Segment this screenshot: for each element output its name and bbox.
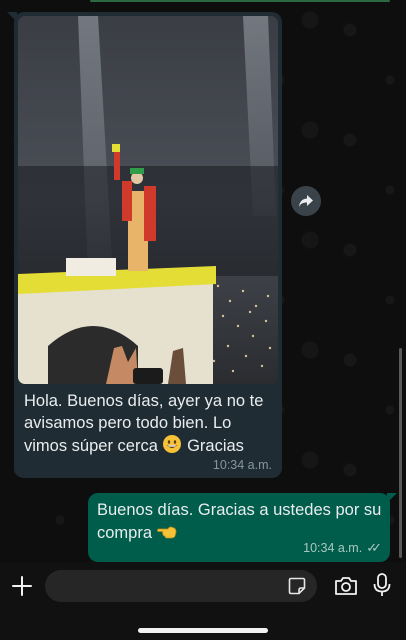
plus-icon xyxy=(12,576,32,596)
outgoing-timestamp: 10:34 a.m. xyxy=(303,541,363,555)
incoming-message[interactable]: Hola. Buenos días, ayer ya no te avisamo… xyxy=(7,12,282,478)
camera-icon xyxy=(335,577,357,595)
forward-button[interactable] xyxy=(291,186,321,216)
incoming-meta: 10:34 a.m. xyxy=(18,457,278,472)
home-indicator[interactable] xyxy=(138,628,268,633)
share-arrow-icon xyxy=(299,195,313,207)
outgoing-message[interactable]: Buenos días. Gracias a ustedes por su co… xyxy=(88,493,397,562)
incoming-message-text: Hola. Buenos días, ayer ya no te avisamo… xyxy=(18,384,278,457)
outgoing-bubble-tail xyxy=(387,493,397,503)
sticker-icon xyxy=(288,577,306,595)
read-receipt-icon: ✓✓ xyxy=(366,540,382,555)
microphone-icon xyxy=(373,573,391,596)
camera-button[interactable] xyxy=(333,574,359,598)
incoming-text-tail: Gracias xyxy=(187,437,244,455)
concert-photo-image xyxy=(18,16,278,384)
voice-message-button[interactable] xyxy=(371,572,393,598)
incoming-timestamp: 10:34 a.m. xyxy=(212,458,272,472)
scrollbar[interactable] xyxy=(399,348,402,558)
outgoing-message-text: Buenos días. Gracias a ustedes por su co… xyxy=(97,499,382,544)
sticker-button[interactable] xyxy=(287,576,307,596)
message-photo[interactable] xyxy=(18,16,278,384)
outgoing-text: Buenos días. Gracias a ustedes por su co… xyxy=(97,501,382,542)
grinning-face-emoji xyxy=(163,435,182,453)
message-input[interactable] xyxy=(45,570,317,602)
backhand-index-pointing-left-emoji xyxy=(156,526,177,539)
previous-message-edge xyxy=(90,0,390,2)
chat-area[interactable]: Hola. Buenos días, ayer ya no te avisamo… xyxy=(0,0,406,562)
incoming-bubble-tail xyxy=(7,12,17,22)
attach-button[interactable] xyxy=(10,574,34,598)
